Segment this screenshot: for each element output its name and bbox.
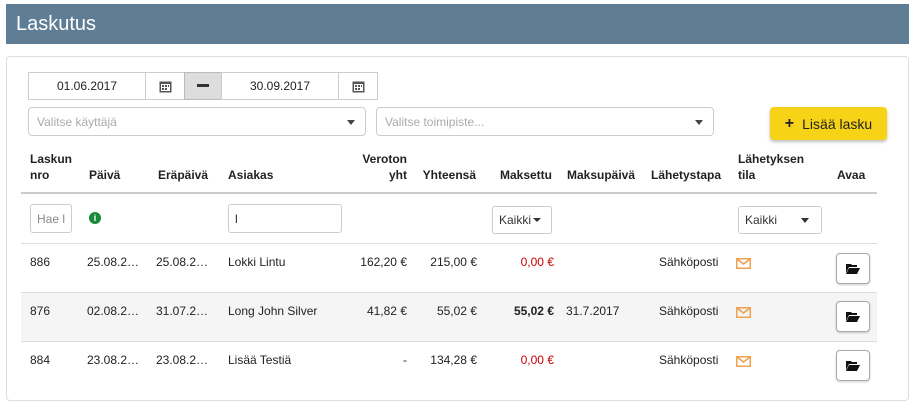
col-header-paiva[interactable]: Päivä <box>89 167 120 183</box>
cell-paiva: 23.08.2… <box>87 353 140 367</box>
date-from-calendar-button[interactable] <box>145 72 185 100</box>
cell-asiakas: Lokki Lintu <box>228 255 286 269</box>
add-invoice-label: Lisää lasku <box>802 115 873 132</box>
col-header-erapaiva[interactable]: Eräpäivä <box>158 167 208 183</box>
cell-veroton: - <box>403 353 407 367</box>
cell-veroton: 162,20 € <box>360 255 407 269</box>
cell-lahetystapa: Sähköposti <box>659 304 719 318</box>
col-header-veroton-line1: Veroton <box>362 152 407 166</box>
col-header-nro[interactable]: Laskun nro <box>30 151 72 183</box>
maksettu-filter-value: Kaikki <box>499 213 532 227</box>
col-header-avaa: Avaa <box>837 168 866 182</box>
date-to-input[interactable]: 30.09.2017 <box>221 72 339 100</box>
cell-veroton: 41,82 € <box>366 304 407 318</box>
cell-asiakas: Long John Silver <box>228 304 318 318</box>
envelope-icon <box>736 258 751 269</box>
open-invoice-button[interactable] <box>836 350 870 381</box>
chevron-down-icon <box>533 218 542 222</box>
open-invoice-button[interactable] <box>836 253 870 284</box>
range-separator-button[interactable] <box>184 72 222 100</box>
cell-maksettu: 55,02 € <box>513 304 554 318</box>
cell-lahetystapa: Sähköposti <box>659 353 719 367</box>
maksettu-filter-select[interactable]: Kaikki <box>492 206 552 234</box>
col-header-tila-line2: tila <box>738 168 756 182</box>
user-select-placeholder: Valitse käyttäjä <box>37 114 117 129</box>
office-select-placeholder: Valitse toimipiste... <box>385 114 485 129</box>
folder-open-icon <box>846 312 860 322</box>
page-header: Laskutus <box>6 4 909 44</box>
col-header-maksupaiva[interactable]: Maksupäivä <box>567 167 635 183</box>
col-header-lahetystapa[interactable]: Lähetystapa <box>651 167 721 183</box>
col-header-veroton-line2: yht <box>389 168 407 182</box>
cell-maksettu: 0,00 € <box>520 353 554 367</box>
page-title: Laskutus <box>16 13 97 35</box>
cell-paiva: 25.08.2… <box>87 255 140 269</box>
cell-nro: 886 <box>30 255 51 269</box>
cell-lahetystapa: Sähköposti <box>659 255 719 269</box>
date-from-input[interactable]: 01.06.2017 <box>28 72 146 100</box>
calendar-icon <box>159 81 171 92</box>
tila-filter-value: Kaikki <box>745 213 778 227</box>
cell-yhteensa: 55,02 € <box>436 304 477 318</box>
office-select[interactable]: Valitse toimipiste... <box>376 107 714 136</box>
col-header-maksettu[interactable]: Maksettu <box>490 167 552 183</box>
plus-icon: + <box>784 114 795 132</box>
envelope-icon <box>736 307 751 318</box>
cell-yhteensa: 134,28 € <box>430 353 477 367</box>
envelope-icon <box>736 356 751 367</box>
col-header-tila-line1: Lähetyksen <box>738 152 805 166</box>
open-invoice-button[interactable] <box>836 301 870 332</box>
col-header-nro-line1: Laskun <box>30 152 73 166</box>
chevron-down-icon <box>801 218 809 223</box>
cell-erapaiva: 31.07.2… <box>156 304 209 318</box>
cell-paiva: 02.08.2… <box>87 304 140 318</box>
col-header-asiakas[interactable]: Asiakas <box>228 167 273 183</box>
tila-filter-select[interactable]: Kaikki <box>738 206 822 234</box>
cell-asiakas: Lisää Testiä <box>228 353 292 367</box>
col-header-nro-line2: nro <box>30 168 50 182</box>
asiakas-filter-input[interactable]: l <box>228 204 342 233</box>
folder-open-icon <box>846 264 860 274</box>
minus-icon <box>197 84 209 87</box>
calendar-icon <box>352 81 364 92</box>
folder-open-icon <box>846 361 860 371</box>
cell-maksettu: 0,00 € <box>520 255 554 269</box>
info-icon[interactable]: i <box>89 212 101 224</box>
chevron-down-icon <box>695 120 703 125</box>
col-header-yhteensa[interactable]: Yhteensä <box>415 167 476 183</box>
cell-yhteensa: 215,00 € <box>430 255 477 269</box>
asiakas-filter-value: l <box>235 211 238 226</box>
user-select[interactable]: Valitse käyttäjä <box>28 107 366 136</box>
col-header-veroton[interactable]: Veroton yht <box>340 151 407 183</box>
cell-maksupaiva: 31.7.2017 <box>566 304 620 318</box>
date-to-calendar-button[interactable] <box>338 72 378 100</box>
nro-filter-input[interactable]: Hae l <box>30 204 72 233</box>
cell-nro: 876 <box>30 304 51 318</box>
header-divider <box>21 192 877 194</box>
cell-nro: 884 <box>30 353 51 367</box>
cell-erapaiva: 25.08.2… <box>156 255 209 269</box>
add-invoice-button[interactable]: + Lisää lasku <box>770 107 887 140</box>
cell-erapaiva: 23.08.2… <box>156 353 209 367</box>
chevron-down-icon <box>347 120 355 125</box>
nro-filter-placeholder: Hae l <box>37 211 66 226</box>
col-header-tila[interactable]: Lähetyksen tila <box>738 151 804 183</box>
